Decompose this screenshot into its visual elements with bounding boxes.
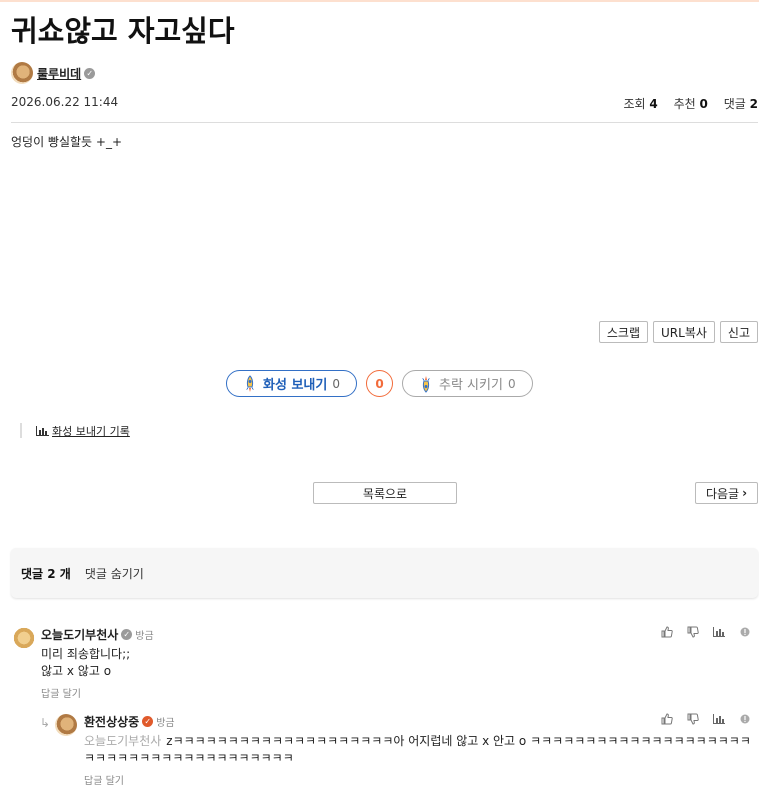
comment-mention[interactable]: 오늘도기부천사: [84, 734, 161, 748]
comment-author[interactable]: 환전상상중: [84, 713, 139, 730]
rocket-icon: [246, 374, 254, 392]
author-name[interactable]: 룰루비데: [37, 65, 81, 82]
vote-row: 화성 보내기 0 0 추락 시키기 0: [0, 370, 759, 397]
downvote-label: 추락 시키기: [439, 378, 503, 393]
falling-rocket-icon: [422, 375, 430, 393]
scrap-button[interactable]: 스크랩: [598, 321, 649, 343]
post-stats: 조회 4 추천 0 댓글 2: [624, 95, 759, 112]
thumbs-up-icon[interactable]: [661, 713, 673, 725]
comment-time: 방금: [156, 718, 175, 729]
comment-line: 미리 죄송합니다;;: [41, 647, 131, 661]
comment-text: zㅋㅋㅋㅋㅋㅋㅋㅋㅋㅋㅋㅋㅋㅋㅋㅋㅋㅋㅋㅋ아 어지럽네 않고 x 안고 o ㅋㅋ…: [84, 734, 751, 765]
reply-link[interactable]: 답글 달기: [41, 685, 741, 700]
chevron-right-icon: ›: [742, 486, 748, 500]
hide-comments-toggle[interactable]: 댓글 숨기기: [85, 565, 144, 582]
comment-actions: [661, 713, 751, 725]
reply-arrow-icon: ↳: [40, 716, 51, 730]
vote-history-link[interactable]: 화성 보내기 기록: [20, 423, 130, 438]
views-count: 4: [649, 97, 658, 111]
next-post-label: 다음글: [705, 486, 740, 501]
post-author[interactable]: 룰루비데 ✓: [11, 62, 96, 84]
post-tools: 스크랩 URL복사 신고: [598, 321, 758, 343]
comment-actions: [661, 626, 751, 638]
back-to-list-button[interactable]: 목록으로: [313, 482, 457, 504]
report-info-icon[interactable]: [739, 713, 751, 725]
comment-header-bar: 댓글 2 개 댓글 숨기기: [11, 548, 758, 598]
comments-label: 댓글: [723, 97, 746, 111]
top-accent-line: [0, 0, 759, 2]
verified-badge-icon: ✓: [121, 629, 133, 640]
verified-badge-icon: ✓: [142, 716, 154, 727]
recommend-count: 0: [699, 97, 708, 111]
thumbs-up-icon[interactable]: [661, 626, 673, 638]
thumbs-down-icon[interactable]: [687, 626, 699, 638]
upvote-button[interactable]: 화성 보내기 0: [226, 370, 357, 397]
bar-chart-icon[interactable]: [713, 626, 725, 638]
commenter-avatar: [55, 714, 77, 736]
copy-url-button[interactable]: URL복사: [653, 321, 715, 343]
post-title: 귀쇼않고 자고싶다: [11, 14, 235, 48]
downvote-count: 0: [507, 376, 516, 391]
post-body: 엉덩이 빵실할듯 +_+: [11, 135, 123, 149]
comment-count-label: 댓글 2 개: [21, 566, 71, 581]
comment-item: 환전상상중 ✓ 방금 오늘도기부천사 zㅋㅋㅋㅋㅋㅋㅋㅋㅋㅋㅋㅋㅋㅋㅋㅋㅋㅋㅋㅋ아…: [84, 713, 756, 787]
upvote-count: 0: [332, 376, 340, 391]
bar-chart-icon[interactable]: [713, 713, 725, 725]
views-label: 조회: [623, 97, 646, 111]
commenter-avatar: [13, 627, 35, 649]
comment-line: 않고 x 않고 o: [41, 664, 112, 678]
verified-badge-icon: ✓: [84, 67, 96, 79]
recommend-label: 추천: [673, 97, 696, 111]
reply-link[interactable]: 답글 달기: [84, 772, 756, 787]
upvote-label: 화성 보내기: [263, 378, 328, 393]
thumbs-down-icon[interactable]: [687, 713, 699, 725]
comment-item: 오늘도기부천사 ✓ 방금 미리 죄송합니다;; 않고 x 않고 o 답글 달기: [41, 626, 741, 700]
comment-author[interactable]: 오늘도기부천사: [41, 626, 118, 643]
downvote-button[interactable]: 추락 시키기 0: [402, 370, 533, 397]
comment-time: 방금: [135, 631, 154, 642]
author-avatar: [11, 62, 33, 84]
vote-history-label[interactable]: 화성 보내기 기록: [52, 423, 130, 439]
post-date: 2026.06.22 11:44: [11, 95, 119, 109]
comments-count: 2: [749, 97, 758, 111]
bar-chart-icon: [36, 425, 49, 436]
next-post-button[interactable]: 다음글 ›: [695, 482, 758, 504]
report-button[interactable]: 신고: [719, 321, 758, 343]
report-info-icon[interactable]: [739, 626, 751, 638]
vote-score: 0: [366, 370, 393, 397]
header-divider: [11, 122, 758, 123]
